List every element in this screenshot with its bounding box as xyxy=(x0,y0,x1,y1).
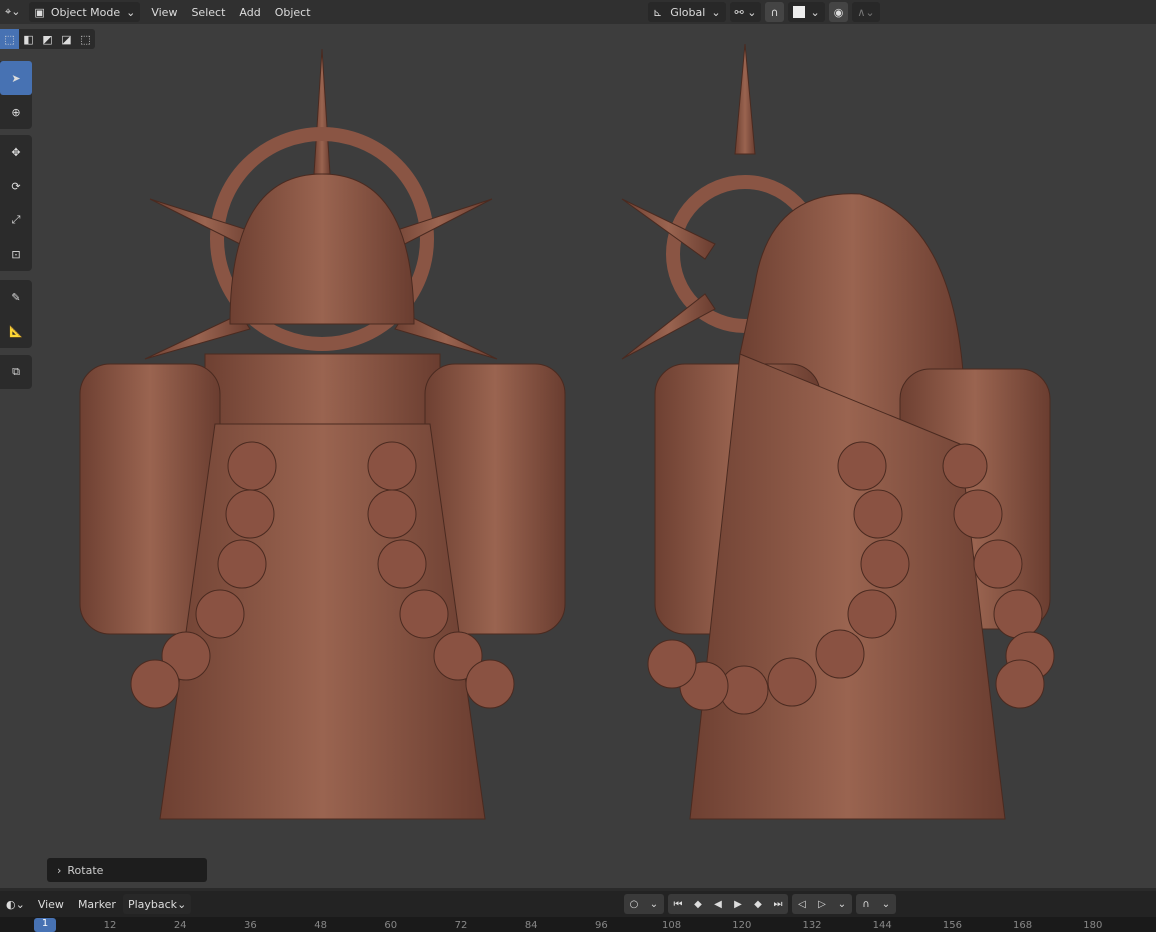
frame-tick: 60 xyxy=(384,920,398,931)
model-side-view xyxy=(621,43,1055,820)
menu-marker[interactable]: Marker xyxy=(71,898,123,911)
menu-view[interactable]: View xyxy=(144,6,184,19)
play-reverse-icon[interactable]: ◀ xyxy=(708,899,728,910)
editor-type-button[interactable]: ⌖⌄ xyxy=(0,2,25,22)
transform-tool-icon[interactable]: ⊡ xyxy=(0,237,32,271)
frame-tick: 48 xyxy=(314,920,327,931)
toolbar-add: ⧉ xyxy=(0,355,32,389)
select-box-tool-icon[interactable]: ➤ xyxy=(0,61,32,95)
chevron-down-icon: ⌄ xyxy=(711,5,721,19)
prev-keyframe-icon[interactable]: ◆ xyxy=(688,899,708,910)
frame-tick: 180 xyxy=(1083,920,1103,931)
frame-tick: 144 xyxy=(872,920,892,931)
move-tool-icon[interactable]: ✥ xyxy=(0,135,32,169)
next-frame-icon[interactable]: ▷ xyxy=(812,899,832,910)
cursor-tool-icon[interactable]: ⊕ xyxy=(0,95,32,129)
timeline-header: ◐⌄ View Marker Playback ⌄ ○ ⌄ ⏮ ◆ ◀ ▶ ◆ ⏭ ◁ ▷ ⌄ … xyxy=(0,891,1156,917)
selection-mode-group: ⬚ ◧ ◩ ◪ ⬚ xyxy=(0,29,95,49)
keyframe-nav: ◁ ▷ ⌄ xyxy=(792,894,852,914)
timeline: ◐⌄ View Marker Playback ⌄ ○ ⌄ ⏮ ◆ ◀ ▶ ◆ ⏭ ◁ ▷ ⌄ … xyxy=(0,888,1156,932)
chevron-right-icon: › xyxy=(57,863,62,877)
select-new-icon[interactable]: ⬚ xyxy=(0,29,19,49)
menu-view[interactable]: View xyxy=(31,898,71,911)
play-icon[interactable]: ▶ xyxy=(728,899,748,910)
auto-keying-toggle[interactable]: ○ ⌄ xyxy=(624,894,664,914)
frame-tick: 108 xyxy=(662,920,682,931)
snap-target-dropdown[interactable]: ⌄ xyxy=(787,2,825,22)
snap-toggle[interactable]: ∩ xyxy=(765,2,784,22)
pivot-point-dropdown[interactable]: ⚯ ⌄ xyxy=(729,2,762,22)
frame-tick: 84 xyxy=(524,920,538,931)
model-front-view xyxy=(79,48,566,820)
falloff-dropdown[interactable]: ∧⌄ xyxy=(852,2,880,22)
frame-tick: 96 xyxy=(595,920,608,931)
frame-tick: 24 xyxy=(173,920,187,931)
axes-icon: ⊾ xyxy=(653,5,663,19)
viewport-header: ⌖⌄ ▣ Object Mode ⌄ View Select Add Object … xyxy=(0,0,1156,24)
playback-dropdown[interactable]: Playback ⌄ xyxy=(122,894,192,914)
select-subtract-icon[interactable]: ◩ xyxy=(38,29,57,49)
playback-controls: ⏮ ◆ ◀ ▶ ◆ ⏭ xyxy=(668,894,788,914)
frame-tick: 36 xyxy=(244,920,257,931)
toolbar-annotate: ✎ 📐 xyxy=(0,280,32,348)
next-keyframe-icon[interactable]: ◆ xyxy=(748,899,768,910)
toolbar-select: ➤ ⊕ xyxy=(0,61,32,129)
add-cube-tool-icon[interactable]: ⧉ xyxy=(0,355,32,389)
3d-viewport[interactable] xyxy=(0,24,1156,888)
jump-start-icon[interactable]: ⏮ xyxy=(668,899,688,910)
frame-tick: 12 xyxy=(103,920,117,931)
editor-type-icon[interactable]: ◐⌄ xyxy=(0,898,31,911)
menu-object[interactable]: Object xyxy=(268,6,318,19)
rotate-tool-icon[interactable]: ⟳ xyxy=(0,169,32,203)
sculpt-model-views xyxy=(79,43,1055,820)
scale-tool-icon[interactable]: ⤢ xyxy=(0,203,32,237)
mode-dropdown[interactable]: ▣ Object Mode ⌄ xyxy=(29,2,141,22)
menu-add[interactable]: Add xyxy=(232,6,267,19)
object-mode-icon: ▣ xyxy=(34,5,45,19)
chevron-down-icon: ⌄ xyxy=(126,5,136,19)
frame-tick: 120 xyxy=(732,920,752,931)
frame-tick: 156 xyxy=(942,920,962,931)
frame-tick: 72 xyxy=(454,920,468,931)
prev-frame-icon[interactable]: ◁ xyxy=(792,899,812,910)
frame-tick: 168 xyxy=(1013,920,1033,931)
select-invert-icon[interactable]: ◪ xyxy=(57,29,76,49)
select-intersect-icon[interactable]: ⬚ xyxy=(76,29,95,49)
toolbar-transform: ✥ ⟳ ⤢ ⊡ xyxy=(0,135,32,271)
frame-tick: 132 xyxy=(802,920,822,931)
snapping-toggle[interactable]: ∩ ⌄ xyxy=(856,894,896,914)
orientation-dropdown[interactable]: ⊾ Global ⌄ xyxy=(648,2,726,22)
menu-select[interactable]: Select xyxy=(184,6,232,19)
annotate-tool-icon[interactable]: ✎ xyxy=(0,280,32,314)
current-frame-indicator[interactable]: 1 xyxy=(34,918,56,932)
proportional-editing-toggle[interactable]: ◉ xyxy=(828,2,849,22)
jump-end-icon[interactable]: ⏭ xyxy=(768,899,788,910)
select-extend-icon[interactable]: ◧ xyxy=(19,29,38,49)
operator-panel-rotate[interactable]: › Rotate xyxy=(47,858,207,882)
square-icon xyxy=(792,6,805,18)
measure-tool-icon[interactable]: 📐 xyxy=(0,314,32,348)
frame-ruler[interactable]: 1 12 24 36 48 60 72 84 96 108 120 132 144 156 168 180 xyxy=(0,917,1156,932)
